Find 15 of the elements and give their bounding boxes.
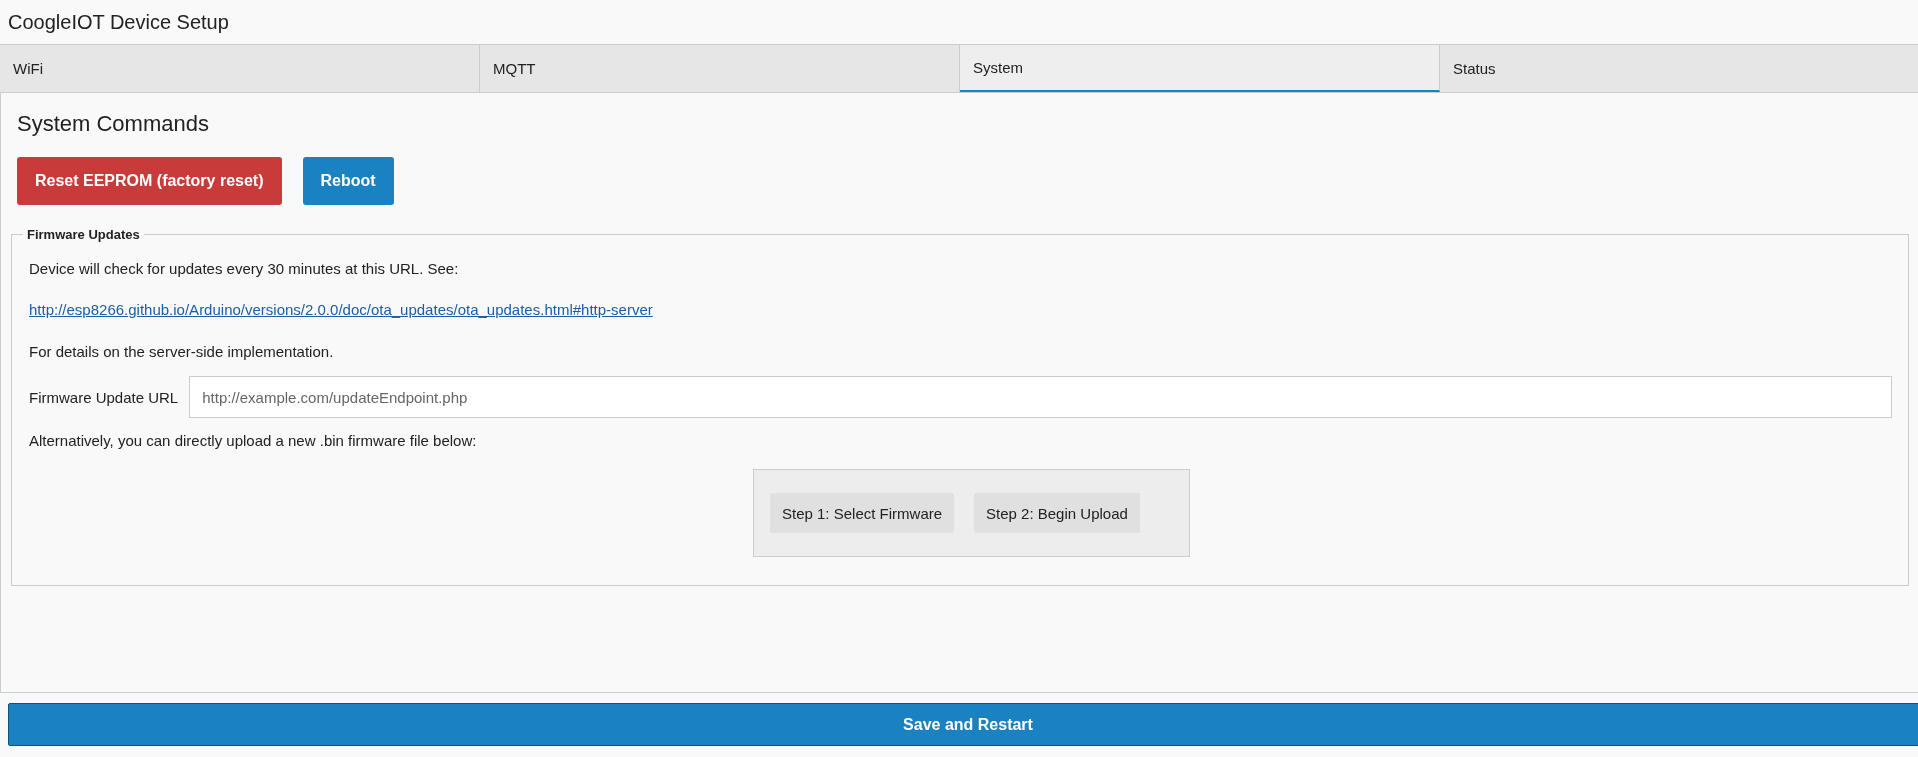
url-input-field[interactable]: http://example.com/updateEndpoint.php <box>189 376 1892 418</box>
tab[interactable]: System <box>960 45 1440 92</box>
reset-button[interactable]: Reset EEPROM (factory reset) <box>17 157 282 205</box>
upload-step-button[interactable]: Step 1: Select Firmware <box>770 493 955 533</box>
field-label: Firmware Update URL <box>29 388 179 406</box>
intro-text: Device will check for updates every 30 minutes at this URL. See: <box>29 260 460 277</box>
fieldset-legend: Firmware Updates <box>23 227 144 242</box>
details-text: For details on the server-side implementation. <box>29 343 335 360</box>
reboot-button[interactable]: Reboot <box>302 157 394 205</box>
page-title: CoogleIOT Device Setup <box>7 9 230 35</box>
alternative-text: Alternatively, you can directly upload a new .bin firmware file below: <box>29 432 478 449</box>
section-heading: System Commands <box>17 111 210 137</box>
save-button[interactable]: Save and Restart <box>8 703 1918 746</box>
docs-link[interactable]: http://esp8266.github.io/Arduino/versions/2.0.0/doc/ota_updates/ota_updates.html#http-server <box>29 301 653 318</box>
upload-step-button[interactable]: Step 2: Begin Upload <box>974 493 1140 533</box>
